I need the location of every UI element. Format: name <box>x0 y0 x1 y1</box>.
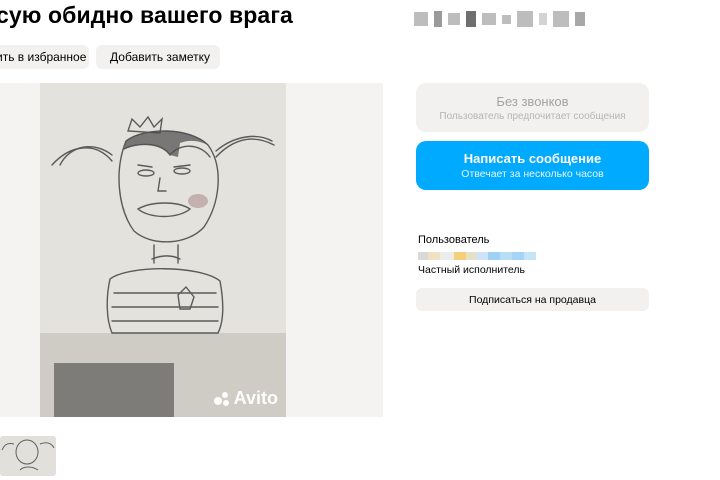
seller-type: Частный исполнитель <box>418 264 526 276</box>
write-message-subtitle: Отвечает за несколько часов <box>461 168 604 180</box>
favorite-label: ить в избранное <box>0 50 87 64</box>
seller-label: Пользователь <box>418 234 490 246</box>
watermark-text: Avito <box>233 388 278 408</box>
gallery-thumbnail[interactable] <box>0 436 56 476</box>
write-message-button[interactable]: Написать сообщение Отвечает за несколько… <box>416 141 649 190</box>
thumbnail-sketch <box>0 436 56 476</box>
sketch-drawing <box>40 83 286 417</box>
listing-photo: Avito <box>40 83 286 417</box>
price-redacted <box>414 8 598 30</box>
photo-gallery[interactable]: Avito <box>0 83 383 417</box>
no-calls-title: Без звонков <box>496 93 569 109</box>
listing-title: сую обидно вашего врага <box>0 2 293 28</box>
no-calls-button[interactable]: Без звонков Пользователь предпочитает со… <box>416 83 649 132</box>
add-note-button[interactable]: Добавить заметку <box>96 45 220 69</box>
add-to-favorites-button[interactable]: ить в избранное <box>0 45 89 69</box>
avito-watermark: Avito <box>213 388 278 409</box>
no-calls-subtitle: Пользователь предпочитает сообщения <box>439 110 626 122</box>
subscribe-seller-button[interactable]: Подписаться на продавца <box>416 288 649 311</box>
note-label: Добавить заметку <box>110 50 210 64</box>
write-message-title: Написать сообщение <box>463 151 602 166</box>
seller-name-redacted[interactable] <box>418 252 536 260</box>
avito-logo-icon <box>213 391 231 407</box>
